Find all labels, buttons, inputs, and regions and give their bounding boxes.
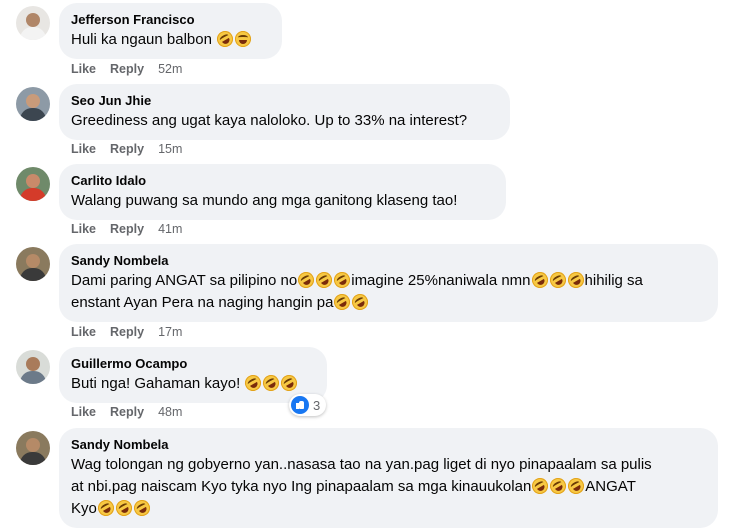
- rofl-emoji-icon: [349, 291, 372, 313]
- comment-actions: Like Reply 52m: [71, 62, 182, 76]
- comment-actions: Like Reply 15m: [71, 142, 182, 156]
- avatar[interactable]: [16, 6, 50, 40]
- comment-bubble: Guillermo Ocampo Buti nga! Gahaman kayo!: [59, 347, 327, 403]
- reply-button[interactable]: Reply: [110, 142, 144, 156]
- rofl-emoji-icon: [260, 372, 283, 394]
- like-button[interactable]: Like: [71, 222, 96, 236]
- comment-bubble: Carlito Idalo Walang puwang sa mundo ang…: [59, 164, 506, 220]
- rofl-emoji-icon: [331, 269, 354, 291]
- comment-bubble: Jefferson Francisco Huli ka ngaun balbon: [59, 3, 282, 59]
- comment-text: Kyo: [71, 497, 706, 520]
- comment-bubble: Sandy Nombela Wag tolongan ng gobyerno y…: [59, 428, 718, 528]
- avatar[interactable]: [16, 87, 50, 121]
- rofl-emoji-icon: [130, 497, 153, 519]
- rofl-emoji-icon: [546, 269, 569, 291]
- rofl-emoji-icon: [331, 291, 354, 313]
- avatar[interactable]: [16, 167, 50, 201]
- reply-button[interactable]: Reply: [110, 62, 144, 76]
- rofl-emoji-icon: [565, 475, 588, 497]
- rofl-emoji-icon: [547, 475, 570, 497]
- comment-text: Walang puwang sa mundo ang mga ganitong …: [71, 192, 458, 209]
- comment-text: at nbi.pag naiscam Kyo tyka nyo Ing pina…: [71, 475, 706, 498]
- rofl-emoji-icon: [94, 497, 117, 519]
- like-button[interactable]: Like: [71, 325, 96, 339]
- comment-author[interactable]: Guillermo Ocampo: [71, 355, 315, 372]
- comment-actions: Like Reply 17m: [71, 325, 182, 339]
- comment-text: Huli ka ngaun balbon: [71, 28, 270, 51]
- comment-text: Buti nga! Gahaman kayo!: [71, 372, 315, 395]
- comment-actions: Like Reply 41m: [71, 222, 182, 236]
- comment-author[interactable]: Sandy Nombela: [71, 252, 706, 269]
- avatar[interactable]: [16, 247, 50, 281]
- comment-text: Dami paring ANGAT sa pilipino no imagine …: [71, 269, 706, 292]
- rofl-emoji-icon: [529, 475, 552, 497]
- avatar[interactable]: [16, 350, 50, 384]
- comment-author[interactable]: Sandy Nombela: [71, 436, 706, 453]
- comment-text: Wag tolongan ng gobyerno yan..nasasa tao…: [71, 456, 652, 473]
- comment-bubble: Seo Jun Jhie Greediness ang ugat kaya na…: [59, 84, 510, 140]
- rofl-emoji-icon: [278, 372, 301, 394]
- reply-button[interactable]: Reply: [110, 222, 144, 236]
- reaction-count: 3: [313, 397, 321, 413]
- timestamp[interactable]: 15m: [158, 142, 182, 156]
- rofl-emoji-icon: [295, 269, 318, 291]
- comment-bubble: Sandy Nombela Dami paring ANGAT sa pilip…: [59, 244, 718, 322]
- comment-author[interactable]: Seo Jun Jhie: [71, 92, 498, 109]
- reply-button[interactable]: Reply: [110, 325, 144, 339]
- like-button[interactable]: Like: [71, 62, 96, 76]
- timestamp[interactable]: 17m: [158, 325, 182, 339]
- comment-actions: Like Reply 48m: [71, 405, 182, 419]
- rofl-emoji-icon: [242, 372, 265, 394]
- comment-author[interactable]: Carlito Idalo: [71, 172, 494, 189]
- comment-author[interactable]: Jefferson Francisco: [71, 11, 270, 28]
- rofl-emoji-icon: [214, 28, 237, 50]
- timestamp[interactable]: 48m: [158, 405, 182, 419]
- timestamp[interactable]: 52m: [158, 62, 182, 76]
- rofl-emoji-icon: [313, 269, 336, 291]
- like-reaction-icon: [291, 396, 309, 414]
- reply-button[interactable]: Reply: [110, 405, 144, 419]
- rofl-emoji-icon: [112, 497, 135, 519]
- like-button[interactable]: Like: [71, 142, 96, 156]
- rofl-emoji-icon: [528, 269, 551, 291]
- reaction-count-badge[interactable]: 3: [289, 394, 327, 416]
- like-button[interactable]: Like: [71, 405, 96, 419]
- comment-text: enstant Ayan Pera na naging hangin pa: [71, 291, 706, 314]
- rofl-emoji-icon: [564, 269, 587, 291]
- smile-emoji-icon: [235, 31, 252, 47]
- comment-text: Greediness ang ugat kaya naloloko. Up to…: [71, 112, 468, 129]
- avatar[interactable]: [16, 431, 50, 465]
- timestamp[interactable]: 41m: [158, 222, 182, 236]
